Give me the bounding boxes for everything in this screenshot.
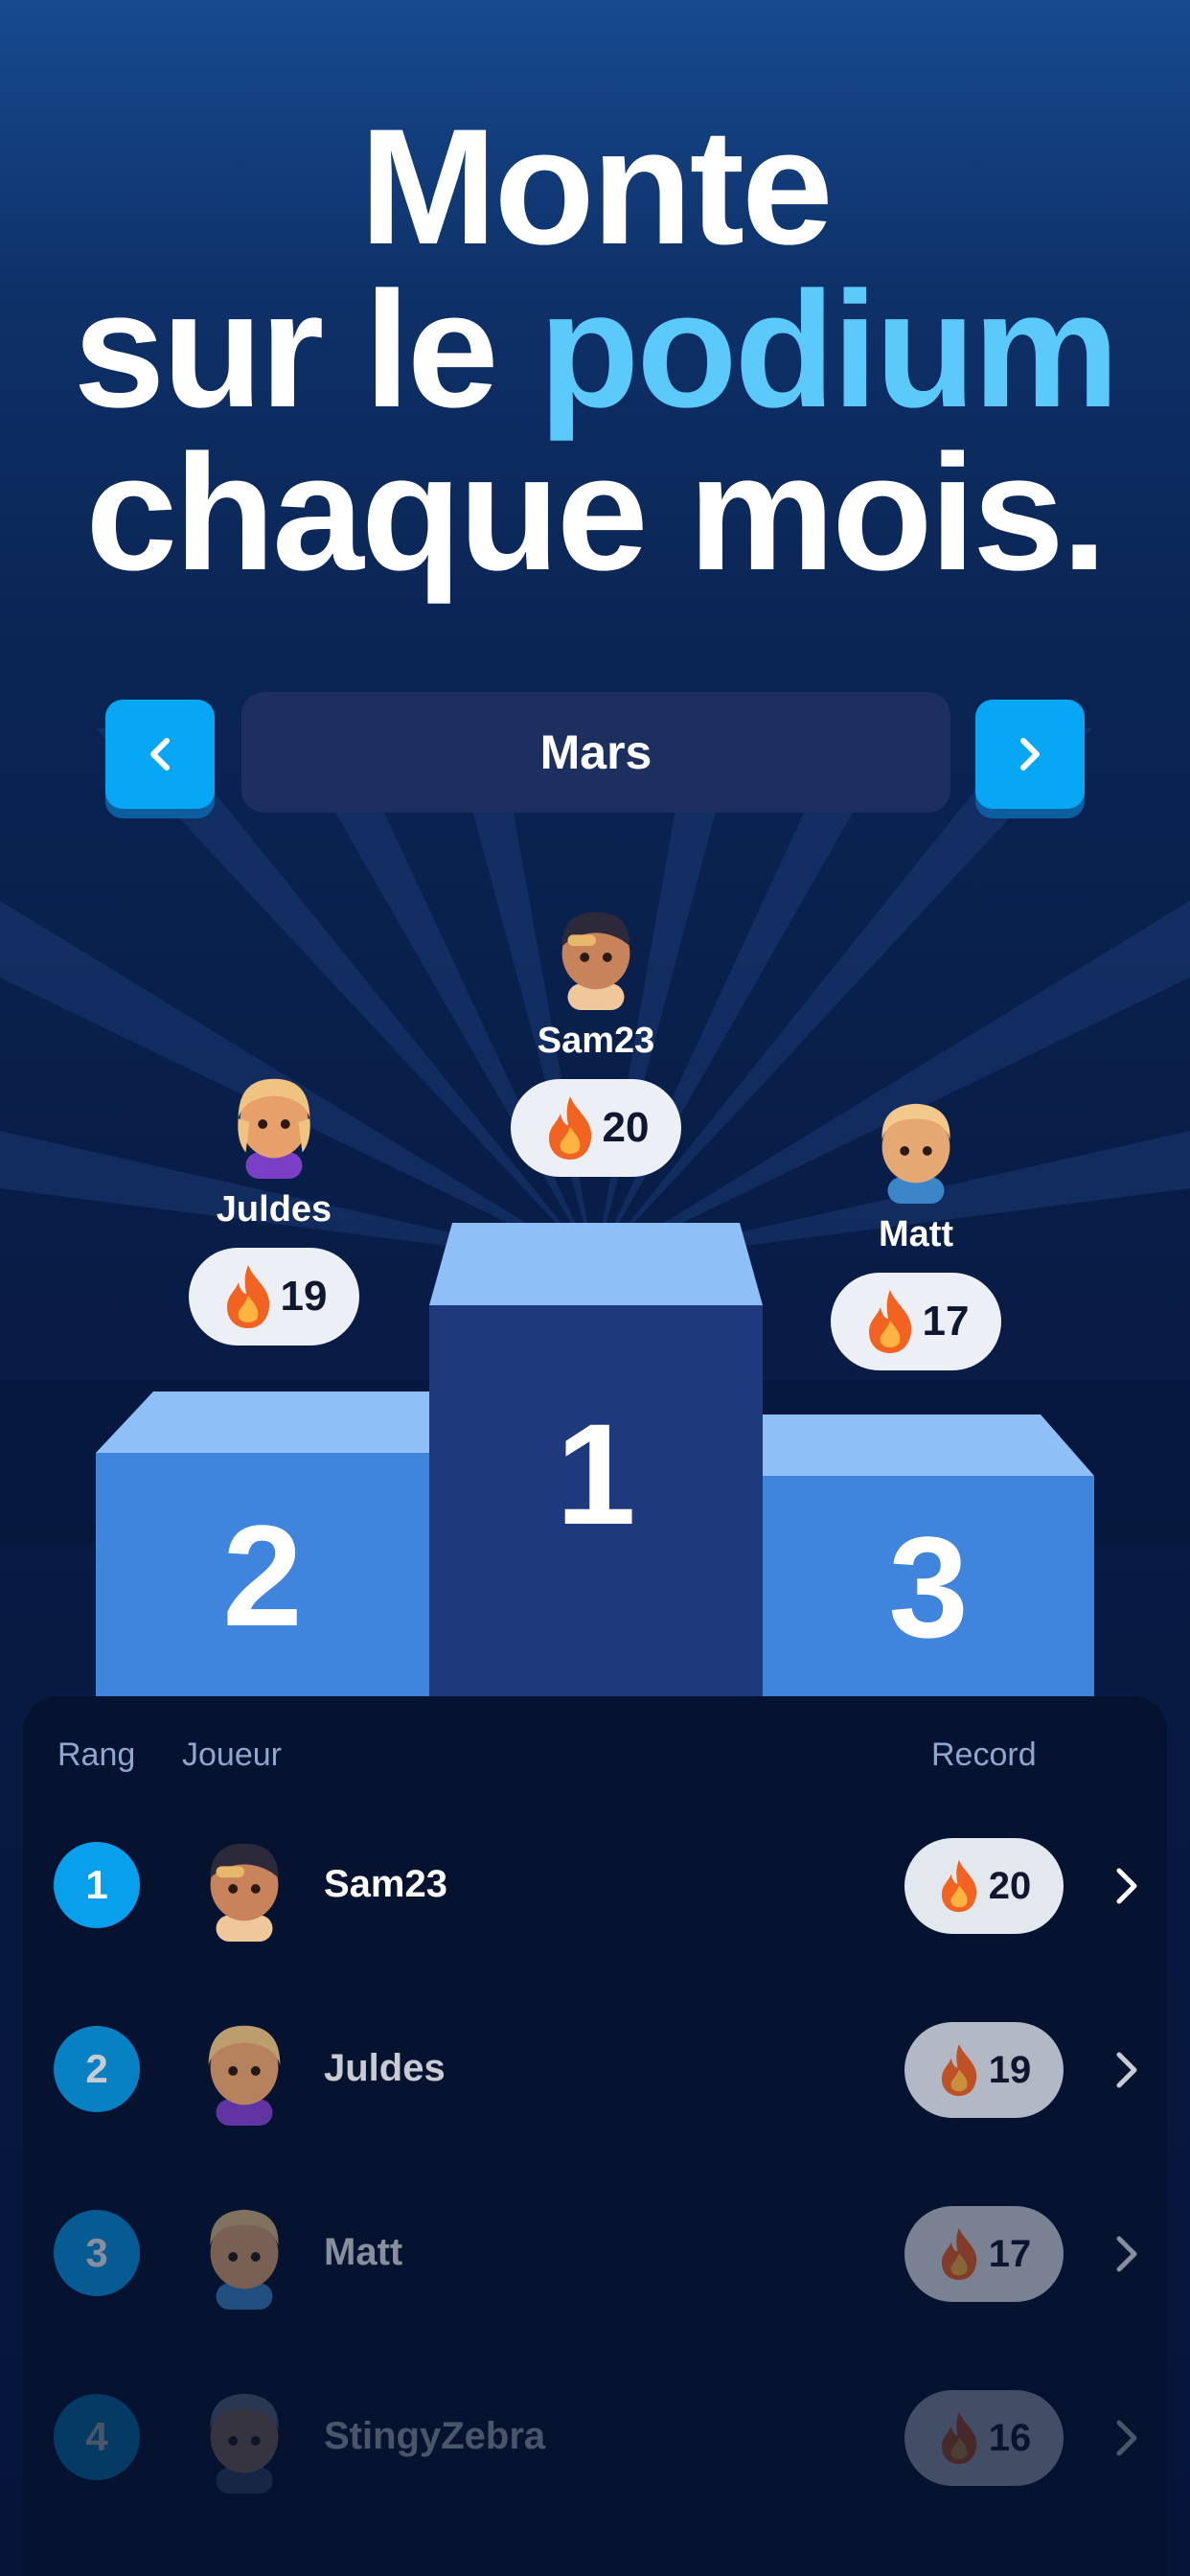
record-value: 19 (988, 2048, 1032, 2091)
record-value: 20 (988, 1864, 1032, 1907)
next-month-button[interactable] (975, 700, 1085, 809)
flame-icon (941, 2227, 976, 2281)
header-player: Joueur (182, 1736, 282, 1773)
record-value: 17 (988, 2232, 1032, 2275)
podium-player-second[interactable]: Juldes 19 (178, 1066, 370, 1346)
current-month: Mars (241, 692, 950, 813)
player-name: Sam23 (324, 1863, 447, 1905)
flame-icon (941, 2411, 976, 2465)
record-badge: 19 (904, 2022, 1064, 2118)
podium-block-third: 3 (763, 1414, 1094, 1698)
podium-top (96, 1392, 429, 1453)
podium-top (429, 1223, 763, 1305)
podium: Juldes 19 Sam23 20 Matt 17 2 3 1 (0, 862, 1190, 1706)
headline-line-1: Monte (359, 95, 833, 279)
podium-rank: 2 (96, 1453, 429, 1698)
headline-highlight: podium (538, 258, 1119, 442)
player-name: Juldes (324, 2047, 446, 2089)
leaderboard-row[interactable]: 1 Sam23 20 (0, 1828, 1190, 1944)
flame-icon (941, 2043, 976, 2097)
rank-badge: 1 (54, 1842, 140, 1928)
previous-month-button[interactable] (105, 700, 215, 809)
avatar (210, 1843, 279, 1942)
record-badge: 17 (904, 2206, 1064, 2302)
chevron-right-icon (1020, 738, 1040, 770)
podium-rank: 3 (763, 1476, 1094, 1698)
chevron-left-icon (150, 738, 170, 770)
avatar (210, 2209, 279, 2310)
avatar (881, 1103, 950, 1204)
player-name: Sam23 (537, 1021, 655, 1061)
player-name: Matt (324, 2231, 403, 2273)
flame-icon (548, 1096, 591, 1160)
podium-player-third[interactable]: Matt 17 (820, 1091, 1012, 1370)
podium-rank: 1 (429, 1305, 763, 1698)
avatar (561, 911, 630, 1010)
flame-icon (941, 1859, 976, 1913)
header-record: Record (931, 1736, 1037, 1773)
podium-top (763, 1414, 1094, 1476)
player-name: StingyZebra (324, 2415, 546, 2457)
score-value: 17 (922, 1298, 970, 1345)
leaderboard-row[interactable]: 2 Juldes 19 (0, 2012, 1190, 2128)
player-name: Juldes (216, 1189, 332, 1230)
chevron-right-icon (1116, 2236, 1137, 2272)
headline: Monte sur le podium chaque mois. (0, 95, 1190, 605)
headline-line-2-prefix: sur le (73, 258, 539, 442)
record-value: 16 (988, 2416, 1032, 2459)
chevron-right-icon (1116, 2420, 1137, 2456)
rank-badge: 2 (54, 2026, 140, 2112)
score-badge: 20 (511, 1079, 681, 1177)
leaderboard-row[interactable]: 4 StingyZebra 16 (0, 2380, 1190, 2496)
record-badge: 16 (904, 2390, 1064, 2486)
headline-line-3: chaque mois. (85, 421, 1107, 605)
rank-badge: 4 (54, 2394, 140, 2480)
month-selector: Mars (105, 692, 1085, 815)
leaderboard-row[interactable]: 3 Matt 17 (0, 2196, 1190, 2312)
score-value: 19 (280, 1273, 328, 1320)
record-badge: 20 (904, 1838, 1064, 1934)
player-name: Matt (878, 1214, 954, 1254)
flame-icon (226, 1265, 269, 1328)
flame-icon (868, 1290, 911, 1353)
avatar (210, 2393, 279, 2494)
avatar (208, 2025, 281, 2126)
score-value: 20 (602, 1104, 650, 1151)
podium-block-first: 1 (429, 1223, 763, 1698)
rank-badge: 3 (54, 2210, 140, 2296)
header-rank: Rang (57, 1736, 136, 1773)
podium-player-first[interactable]: Sam23 20 (500, 897, 692, 1177)
score-badge: 17 (831, 1273, 1001, 1370)
chevron-right-icon (1116, 1868, 1137, 1904)
podium-block-second: 2 (96, 1392, 429, 1698)
score-badge: 19 (189, 1248, 359, 1346)
chevron-right-icon (1116, 2052, 1137, 2088)
headline-line-2: sur le podium (0, 267, 1190, 432)
avatar (238, 1078, 310, 1179)
